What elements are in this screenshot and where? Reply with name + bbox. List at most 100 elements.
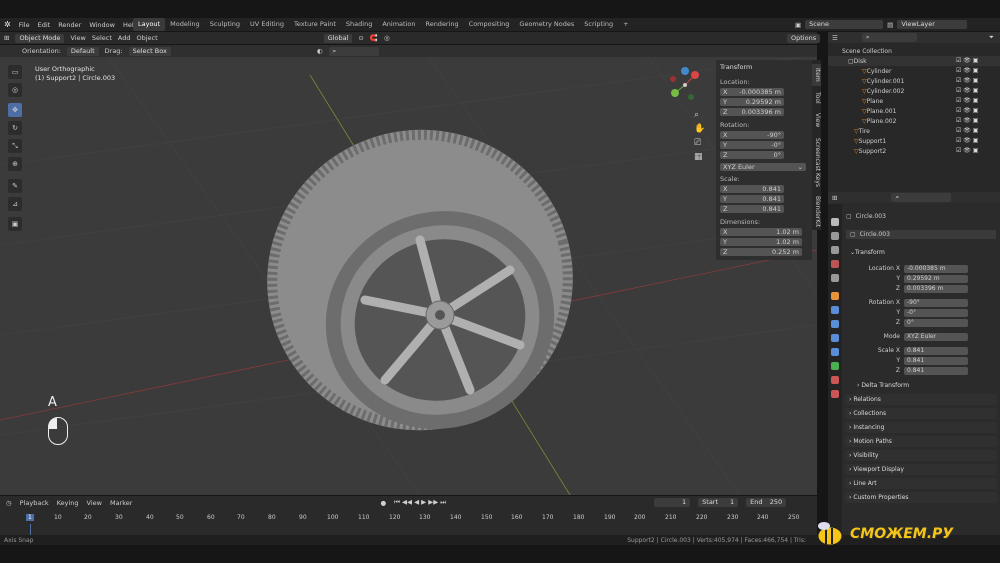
camera-icon[interactable]: ⎚: [694, 138, 705, 148]
cursor-tool-icon[interactable]: ◎: [8, 83, 22, 97]
timeline-editor-icon[interactable]: ◷: [6, 499, 12, 507]
motion-paths-section[interactable]: › Motion Paths: [845, 436, 997, 447]
tab-view[interactable]: View: [812, 110, 821, 130]
prop-rotation-y[interactable]: -0°: [904, 308, 968, 317]
add-workspace-icon[interactable]: +: [618, 18, 633, 31]
blender-logo-icon[interactable]: ✲: [4, 20, 11, 29]
grid-toggle-icon[interactable]: ▦: [694, 152, 705, 162]
annotate-tool-icon[interactable]: ✎: [8, 179, 22, 193]
timeline-view-menu[interactable]: View: [87, 499, 102, 507]
tab-item[interactable]: Item: [812, 64, 821, 86]
add-cube-tool-icon[interactable]: ▣: [8, 217, 22, 231]
scale-y-field[interactable]: Y 0.841: [720, 194, 784, 203]
tab-scripting[interactable]: Scripting: [579, 18, 618, 31]
scene-collection-row[interactable]: Scene Collection: [828, 46, 1000, 56]
scale-x-field[interactable]: X 0.841: [720, 184, 784, 193]
tab-compositing[interactable]: Compositing: [464, 18, 515, 31]
scene-tab-icon[interactable]: [831, 260, 839, 268]
delta-transform-section[interactable]: › Delta Transform: [845, 380, 997, 391]
properties-editor-icon[interactable]: ⊞: [832, 194, 837, 202]
pan-hand-icon[interactable]: ✋: [694, 124, 705, 134]
tab-shading[interactable]: Shading: [341, 18, 377, 31]
line-art-section[interactable]: › Line Art: [845, 478, 997, 489]
object-name-field[interactable]: ▢ Circle.003: [846, 230, 996, 239]
texture-tab-icon[interactable]: [831, 390, 839, 398]
menu-edit[interactable]: Edit: [38, 21, 51, 29]
tab-screencast-keys[interactable]: Screencast Keys: [812, 132, 821, 192]
select-tool-icon[interactable]: ▭: [8, 65, 22, 79]
move-tool-icon[interactable]: ✥: [8, 103, 22, 117]
add-menu[interactable]: Add: [118, 34, 131, 42]
rotation-y-field[interactable]: Y -0°: [720, 140, 784, 149]
transform-header[interactable]: Transform: [720, 63, 752, 71]
snap-icon[interactable]: 🧲: [370, 34, 378, 42]
dimension-y-field[interactable]: Y 1.02 m: [720, 237, 802, 246]
3d-viewport[interactable]: User Orthographic (1) Support2 | Circle.…: [0, 45, 817, 495]
rotation-mode-dropdown[interactable]: XYZ Euler ⌄: [720, 162, 806, 171]
physics-tab-icon[interactable]: [831, 334, 839, 342]
properties-search-input[interactable]: ⌕: [891, 193, 952, 202]
record-button[interactable]: ●: [380, 499, 386, 507]
tab-modeling[interactable]: Modeling: [165, 18, 205, 31]
tab-sculpting[interactable]: Sculpting: [205, 18, 245, 31]
custom-properties-section[interactable]: › Custom Properties: [845, 492, 997, 503]
relations-section[interactable]: › Relations: [845, 394, 997, 405]
zoom-icon[interactable]: ⌕: [694, 110, 705, 120]
orientation-dropdown[interactable]: Default: [66, 46, 99, 56]
visibility-toggles[interactable]: ☑ 👁 ▣ ☑ 👁 ▣ ☑ 👁 ▣ ☑ 👁 ▣ ☑ 👁 ▣ ☑ 👁 ▣ ☑ 👁 ▣ ☑ 👁 ▣…: [956, 56, 978, 156]
editor-type-icon[interactable]: ⊞: [4, 34, 9, 42]
location-y-field[interactable]: Y 0.29592 m: [720, 97, 784, 106]
dimension-x-field[interactable]: X 1.02 m: [720, 227, 802, 236]
rotation-x-field[interactable]: X -90°: [720, 130, 784, 139]
playback-menu[interactable]: Playback: [20, 499, 49, 507]
prop-location-y[interactable]: 0.29592 m: [904, 274, 968, 283]
tab-texture-paint[interactable]: Texture Paint: [289, 18, 341, 31]
location-z-field[interactable]: Z 0.003396 m: [720, 107, 784, 116]
tab-blenderkit[interactable]: BlenderKit: [812, 194, 821, 230]
wheel-model[interactable]: [233, 96, 606, 465]
rotation-z-field[interactable]: Z 0°: [720, 150, 784, 159]
outliner-editor-icon[interactable]: ☰: [832, 34, 838, 42]
particles-tab-icon[interactable]: [831, 320, 839, 328]
tab-rendering[interactable]: Rendering: [420, 18, 463, 31]
prop-rotation-mode[interactable]: XYZ Euler: [904, 332, 968, 341]
scene-selector[interactable]: Scene: [805, 20, 884, 29]
constraints-tab-icon[interactable]: [831, 348, 839, 356]
material-tab-icon[interactable]: [831, 376, 839, 384]
end-frame-field[interactable]: End 250: [746, 498, 787, 507]
menu-render[interactable]: Render: [58, 21, 81, 29]
rotate-tool-icon[interactable]: ↻: [8, 121, 22, 135]
filter-icon[interactable]: ⏷: [989, 33, 994, 42]
output-tab-icon[interactable]: [831, 246, 839, 254]
prop-location-z[interactable]: 0.003396 m: [904, 284, 968, 293]
tab-geometry-nodes[interactable]: Geometry Nodes: [514, 18, 579, 31]
playback-controls[interactable]: ⏮ ◀◀ ◀ ▶ ▶▶ ⏭: [394, 498, 446, 507]
prop-rotation-x[interactable]: -90°: [904, 298, 968, 307]
scale-z-field[interactable]: Z 0.841: [720, 204, 784, 213]
tab-tool[interactable]: Tool: [812, 88, 821, 108]
transform-section-header[interactable]: ⌄ Transform: [850, 248, 885, 257]
instancing-section[interactable]: › Instancing: [845, 422, 997, 433]
shading-mode-icon[interactable]: ◐: [317, 47, 323, 55]
tool-tab-icon[interactable]: [831, 218, 839, 226]
menu-window[interactable]: Window: [89, 21, 115, 29]
object-tab-icon[interactable]: [831, 292, 839, 300]
data-tab-icon[interactable]: [831, 362, 839, 370]
start-frame-field[interactable]: Start 1: [698, 498, 739, 507]
outliner-search-input[interactable]: ⌕: [861, 33, 917, 42]
dimension-z-field[interactable]: Z 0.252 m: [720, 247, 802, 256]
view-layer-selector[interactable]: ViewLayer: [897, 20, 968, 29]
render-tab-icon[interactable]: [831, 232, 839, 240]
prop-rotation-z[interactable]: 0°: [904, 318, 968, 327]
playhead[interactable]: 1: [26, 514, 34, 521]
view-menu[interactable]: View: [70, 34, 85, 42]
scale-tool-icon[interactable]: ⤡: [8, 139, 22, 153]
prop-scale-y[interactable]: 0.841: [904, 356, 968, 365]
proportional-edit-icon[interactable]: ◎: [384, 34, 390, 42]
object-menu[interactable]: Object: [137, 34, 158, 42]
options-dropdown[interactable]: Options: [787, 34, 821, 43]
mode-dropdown[interactable]: Object Mode: [15, 33, 65, 43]
menu-file[interactable]: File: [19, 21, 30, 29]
location-x-field[interactable]: X -0.000385 m: [720, 87, 784, 96]
modifier-tab-icon[interactable]: [831, 306, 839, 314]
